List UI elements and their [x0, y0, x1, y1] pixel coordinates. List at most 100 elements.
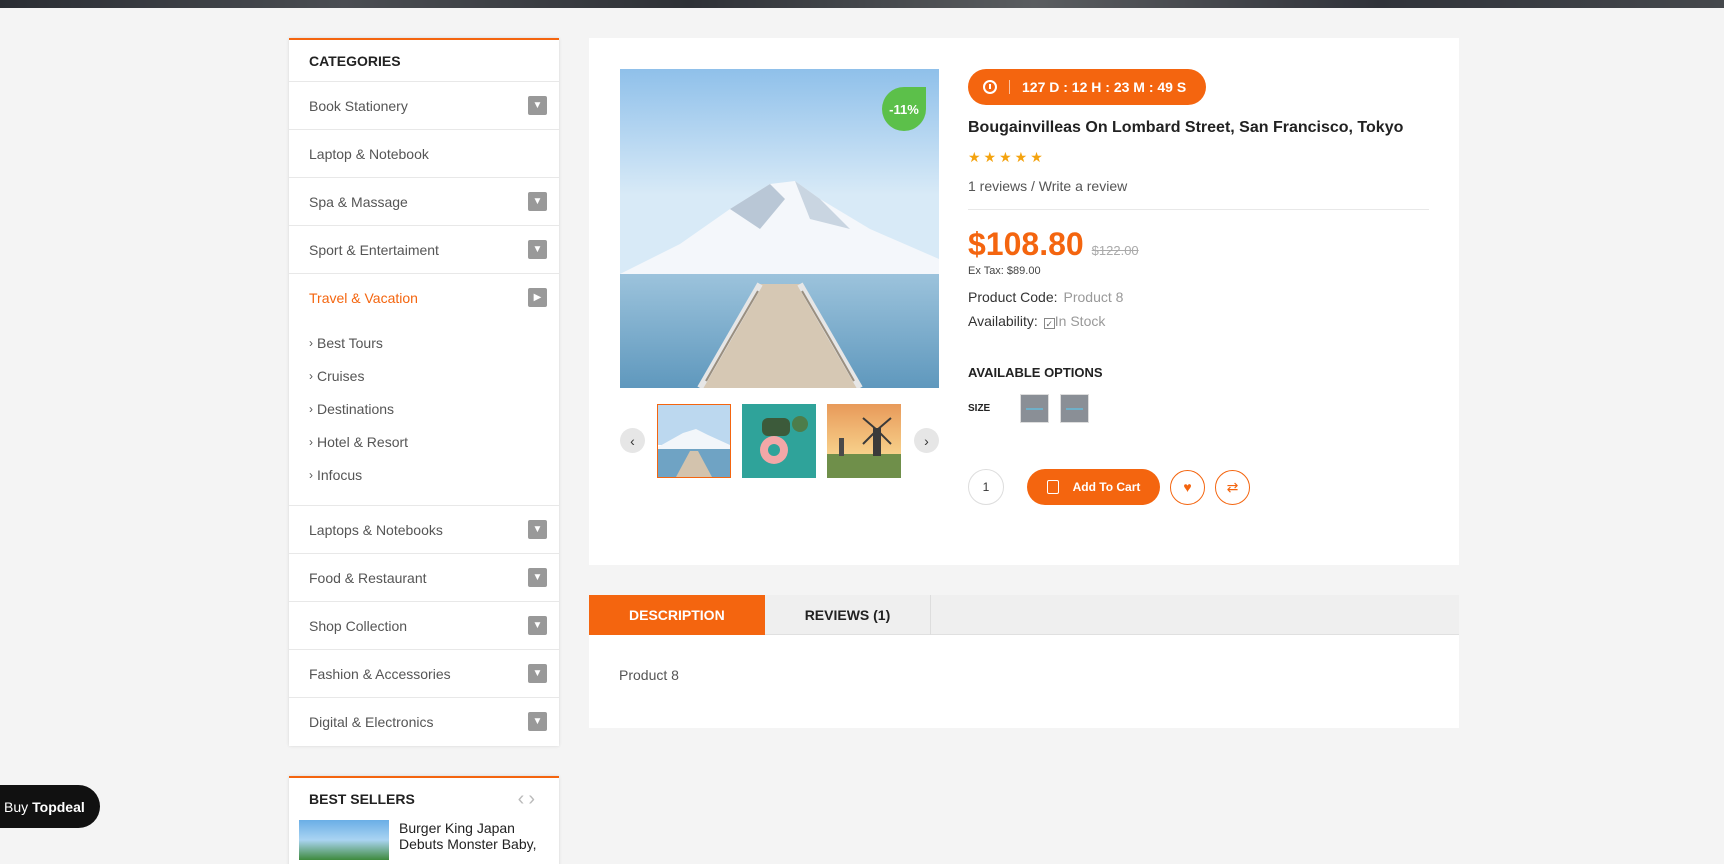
tab-description[interactable]: DESCRIPTION — [589, 595, 765, 635]
subcategory-infocus[interactable]: › Infocus — [309, 458, 539, 491]
size-swatch-2[interactable] — [1060, 394, 1089, 423]
current-price: $108.80 — [968, 226, 1084, 262]
category-digital-electronics[interactable]: Digital & Electronics ▼ — [289, 698, 559, 746]
best-sellers-header: BEST SELLERS ‹› — [289, 778, 559, 820]
carousel-arrows: ‹› — [518, 788, 539, 811]
availability-row: Availability: ✓ In Stock — [968, 313, 1429, 329]
availability-value: In Stock — [1054, 313, 1106, 329]
buy-prefix: Buy — [4, 798, 29, 815]
add-to-cart-label: Add To Cart — [1072, 480, 1141, 494]
shuffle-icon[interactable]: ⇄ — [1215, 469, 1250, 505]
availability-label: Availability: — [968, 313, 1038, 329]
brand-name: Topdeal — [32, 798, 85, 815]
chevron-down-icon[interactable]: ▼ — [528, 616, 547, 635]
product-code-value: Product 8 — [1063, 289, 1124, 305]
chevron-right-icon: › — [309, 467, 313, 482]
chevron-right-icon: › — [309, 401, 313, 416]
buy-topdeal-badge[interactable]: Buy Topdeal — [0, 785, 100, 828]
size-label: SIZE — [968, 403, 991, 414]
category-fashion-accessories[interactable]: Fashion & Accessories ▼ — [289, 650, 559, 698]
chevron-right-icon[interactable]: ▶ — [528, 288, 547, 307]
size-options: SIZE — [968, 394, 1429, 423]
old-price: $122.00 — [1091, 243, 1139, 258]
check-icon: ✓ — [1043, 318, 1055, 329]
travel-subcategory-list: › Best Tours › Cruises › Destinations › Hote… — [289, 322, 559, 506]
product-title: Bougainvilleas On Lombard Street, San Fr… — [968, 119, 1404, 136]
product-code-row: Product Code: Product 8 — [968, 289, 1429, 305]
category-label: Sport & Entertaiment — [309, 241, 439, 258]
best-seller-thumbnail[interactable] — [299, 820, 389, 860]
thumbnail-pool-party[interactable] — [742, 404, 816, 478]
best-sellers-title: BEST SELLERS — [309, 791, 415, 807]
deal-countdown: 127 D : 12 H : 23 M : 49 S — [968, 69, 1207, 105]
top-banner-strip — [0, 0, 1724, 8]
chevron-right-icon: › — [309, 368, 313, 383]
discount-badge: -11% — [882, 87, 926, 131]
product-panel: -11% ‹ › 127 D: 12 H: 23 M: 49 S Boug… — [589, 38, 1459, 565]
chevron-right-icon[interactable]: › — [914, 428, 939, 453]
category-book-stationery[interactable]: Book Stationery ▼ — [289, 82, 559, 130]
add-to-cart-button[interactable]: Add To Cart — [1027, 469, 1160, 505]
quantity-input[interactable]: 1 — [968, 469, 1004, 505]
thumbnail-mountain[interactable] — [657, 404, 731, 478]
best-seller-title[interactable]: Burger King Japan Debuts Monster Baby, — [399, 820, 549, 860]
chevron-left-icon[interactable]: ‹ — [620, 428, 645, 453]
thumbnail-carousel: ‹ › — [620, 404, 939, 478]
clock-icon — [983, 80, 997, 94]
subcategory-best-tours[interactable]: › Best Tours — [309, 326, 539, 359]
cart-actions: 1 Add To Cart ♥ ⇄ — [968, 469, 1429, 505]
description-text: Product 8 — [619, 667, 679, 683]
size-swatch-1[interactable] — [1020, 394, 1049, 423]
product-main-image[interactable]: -11% — [620, 69, 939, 388]
category-laptops-notebooks[interactable]: Laptops & Notebooks ▼ — [289, 506, 559, 554]
product-code-label: Product Code: — [968, 289, 1058, 305]
available-options-title: AVAILABLE OPTIONS — [968, 365, 1103, 380]
category-travel-vacation[interactable]: Travel & Vacation ▶ — [289, 274, 559, 322]
category-shop-collection[interactable]: Shop Collection ▼ — [289, 602, 559, 650]
tab-reviews[interactable]: REVIEWS (1) — [765, 595, 932, 635]
price-row: $108.80 $122.00 — [968, 226, 1429, 263]
chevron-right-icon[interactable]: › — [528, 788, 539, 810]
categories-panel: CATEGORIES Book Stationery ▼ Laptop & No… — [289, 38, 559, 746]
category-label: Laptops & Notebooks — [309, 521, 443, 538]
category-sport-entertainment[interactable]: Sport & Entertaiment ▼ — [289, 226, 559, 274]
reviews-link[interactable]: 1 reviews / Write a review — [968, 178, 1429, 210]
category-label: Travel & Vacation — [309, 290, 418, 306]
chevron-down-icon[interactable]: ▼ — [528, 712, 547, 731]
category-label: Fashion & Accessories — [309, 665, 451, 682]
subcategory-destinations[interactable]: › Destinations — [309, 392, 539, 425]
chevron-down-icon[interactable]: ▼ — [528, 664, 547, 683]
category-label: Food & Restaurant — [309, 569, 427, 586]
product-info: 127 D : 12 H : 23 M : 49 S Bougainvillea… — [968, 69, 1429, 505]
chevron-down-icon[interactable]: ▼ — [528, 520, 547, 539]
chevron-down-icon[interactable]: ▼ — [528, 96, 547, 115]
category-spa-massage[interactable]: Spa & Massage ▼ — [289, 178, 559, 226]
product-tabs: DESCRIPTION REVIEWS (1) — [589, 595, 1459, 635]
category-laptop-notebook[interactable]: Laptop & Notebook — [289, 130, 559, 178]
category-label: Shop Collection — [309, 617, 408, 634]
best-sellers-panel: BEST SELLERS ‹› Burger King Japan Debuts… — [289, 776, 559, 864]
subcategory-hotel-resort[interactable]: › Hotel & Resort — [309, 425, 539, 458]
thumbnail-windmills[interactable] — [827, 404, 901, 478]
best-seller-item[interactable]: Burger King Japan Debuts Monster Baby, — [289, 820, 559, 860]
countdown-text: 127 D : 12 H : 23 M : 49 S — [1022, 79, 1187, 95]
chevron-right-icon: › — [309, 434, 313, 449]
chevron-down-icon[interactable]: ▼ — [528, 240, 547, 259]
ex-tax-price: Ex Tax: $89.00 — [968, 265, 1041, 277]
chevron-right-icon: › — [309, 335, 313, 350]
heart-icon[interactable]: ♥ — [1170, 469, 1205, 505]
chevron-down-icon[interactable]: ▼ — [528, 568, 547, 587]
shopping-bag-icon — [1046, 480, 1059, 494]
category-label: Laptop & Notebook — [309, 145, 429, 162]
categories-title: CATEGORIES — [289, 40, 559, 82]
chevron-left-icon[interactable]: ‹ — [518, 788, 529, 810]
tab-content: Product 8 — [589, 635, 1459, 728]
category-food-restaurant[interactable]: Food & Restaurant ▼ — [289, 554, 559, 602]
subcategory-cruises[interactable]: › Cruises — [309, 359, 539, 392]
star-rating: ★★★★★ — [968, 149, 1046, 165]
category-label: Spa & Massage — [309, 193, 408, 210]
category-label: Book Stationery — [309, 97, 408, 114]
category-label: Digital & Electronics — [309, 714, 434, 730]
chevron-down-icon[interactable]: ▼ — [528, 192, 547, 211]
divider — [1009, 80, 1010, 94]
